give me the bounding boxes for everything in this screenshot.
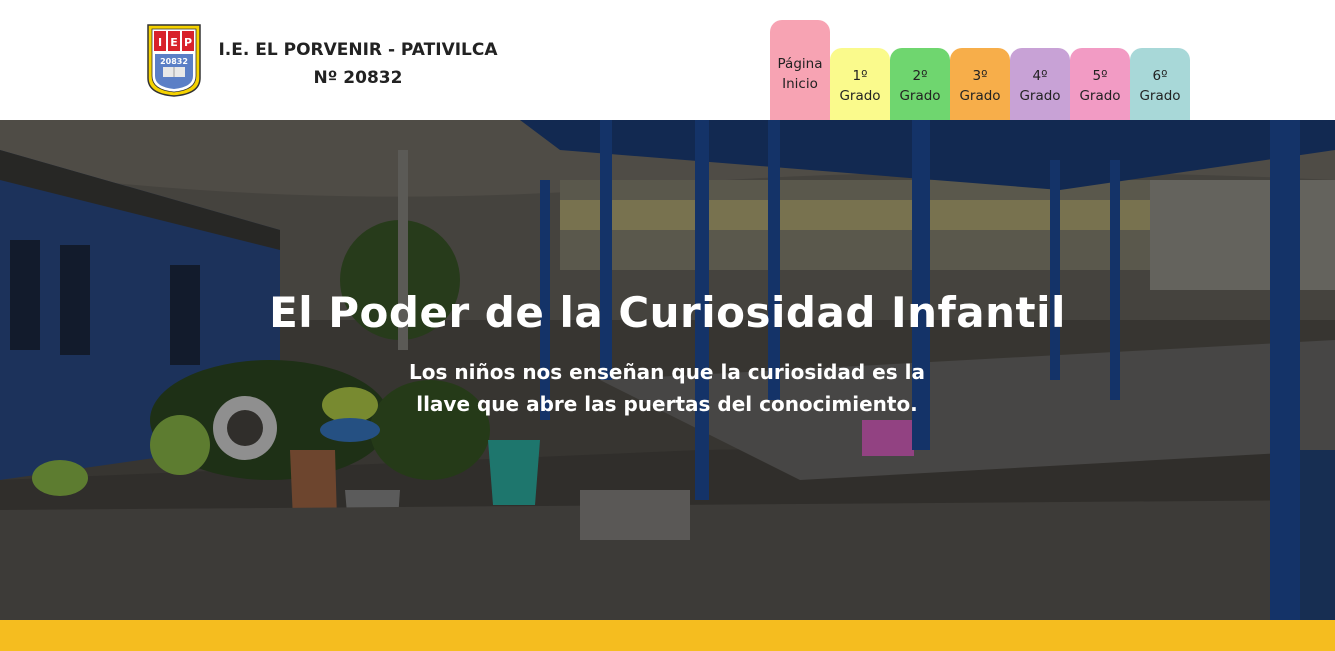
hero-title: El Poder de la Curiosidad Infantil bbox=[269, 288, 1066, 337]
tab-pagina-inicio[interactable]: Página Inicio bbox=[770, 20, 830, 120]
school-number: Nº 20832 bbox=[313, 68, 403, 88]
grade-nav: Página Inicio 1º Grado 2º Grado 3º Grado 4º G… bbox=[770, 0, 1192, 120]
tab-label: Grado bbox=[839, 88, 881, 104]
school-logo[interactable]: I E P 20832 bbox=[145, 22, 203, 98]
tab-label: Grado bbox=[1079, 88, 1121, 104]
tab-label: 3º bbox=[972, 68, 988, 84]
tab-grado-5[interactable]: 5º Grado bbox=[1070, 48, 1130, 120]
tab-label: 5º bbox=[1092, 68, 1108, 84]
tab-label: Grado bbox=[1139, 88, 1181, 104]
school-crest-icon: I E P 20832 bbox=[147, 24, 201, 97]
tab-label: 6º bbox=[1152, 68, 1168, 84]
tab-label: 4º bbox=[1032, 68, 1048, 84]
tab-grado-4[interactable]: 4º Grado bbox=[1010, 48, 1070, 120]
tab-label: 1º bbox=[852, 68, 868, 84]
tab-grado-1[interactable]: 1º Grado bbox=[830, 48, 890, 120]
svg-text:20832: 20832 bbox=[160, 57, 188, 66]
tab-label: Página bbox=[777, 56, 823, 72]
tab-grado-3[interactable]: 3º Grado bbox=[950, 48, 1010, 120]
tab-grado-6[interactable]: 6º Grado bbox=[1130, 48, 1190, 120]
school-name-line1: I.E. EL PORVENIR - PATIVILCA bbox=[218, 40, 498, 60]
tab-grado-2[interactable]: 2º Grado bbox=[890, 48, 950, 120]
hero-subtitle: Los niños nos enseñan que la curiosidad … bbox=[409, 360, 925, 416]
tab-label: Grado bbox=[959, 88, 1001, 104]
svg-text:P: P bbox=[184, 36, 192, 49]
school-name: I.E. EL PORVENIR - PATIVILCA Nº 20832 bbox=[213, 36, 503, 92]
site-header: I E P 20832 I.E. EL PORVENIR - PATIVILCA… bbox=[0, 0, 1335, 120]
tab-label: Grado bbox=[899, 88, 941, 104]
yellow-band bbox=[0, 620, 1335, 651]
svg-text:E: E bbox=[170, 36, 178, 49]
svg-text:I: I bbox=[158, 36, 162, 49]
hero-banner: El Poder de la Curiosidad Infantil Los n… bbox=[0, 120, 1335, 620]
tab-label: Inicio bbox=[782, 76, 818, 92]
tab-label: 2º bbox=[912, 68, 928, 84]
tab-label: Grado bbox=[1019, 88, 1061, 104]
